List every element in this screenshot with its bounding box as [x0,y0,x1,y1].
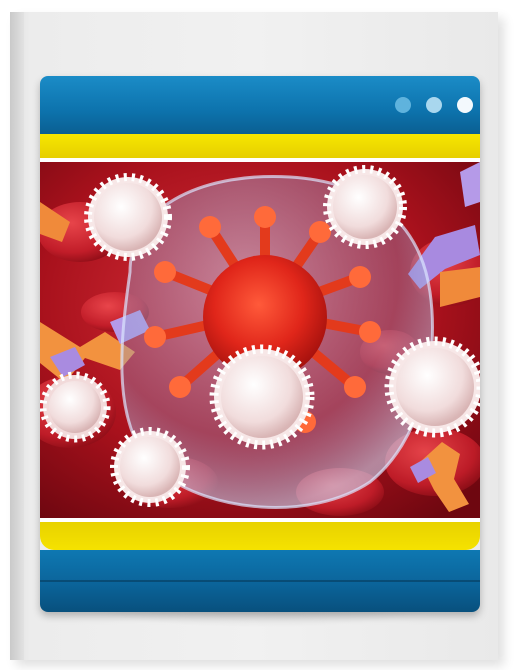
book-spine [10,12,24,660]
window-dot-2-icon[interactable] [426,97,442,113]
illustration-frame [40,158,480,522]
virus-in-bloodstream-icon [40,162,480,518]
window-dot-3-icon[interactable] [457,97,473,113]
yellow-band-bottom [40,522,480,550]
window-titlebar [40,76,480,134]
window-footer [40,550,480,612]
window-dot-1-icon[interactable] [395,97,411,113]
yellow-band-top [40,134,480,158]
footer-divider [40,580,480,582]
browser-window [40,76,480,612]
